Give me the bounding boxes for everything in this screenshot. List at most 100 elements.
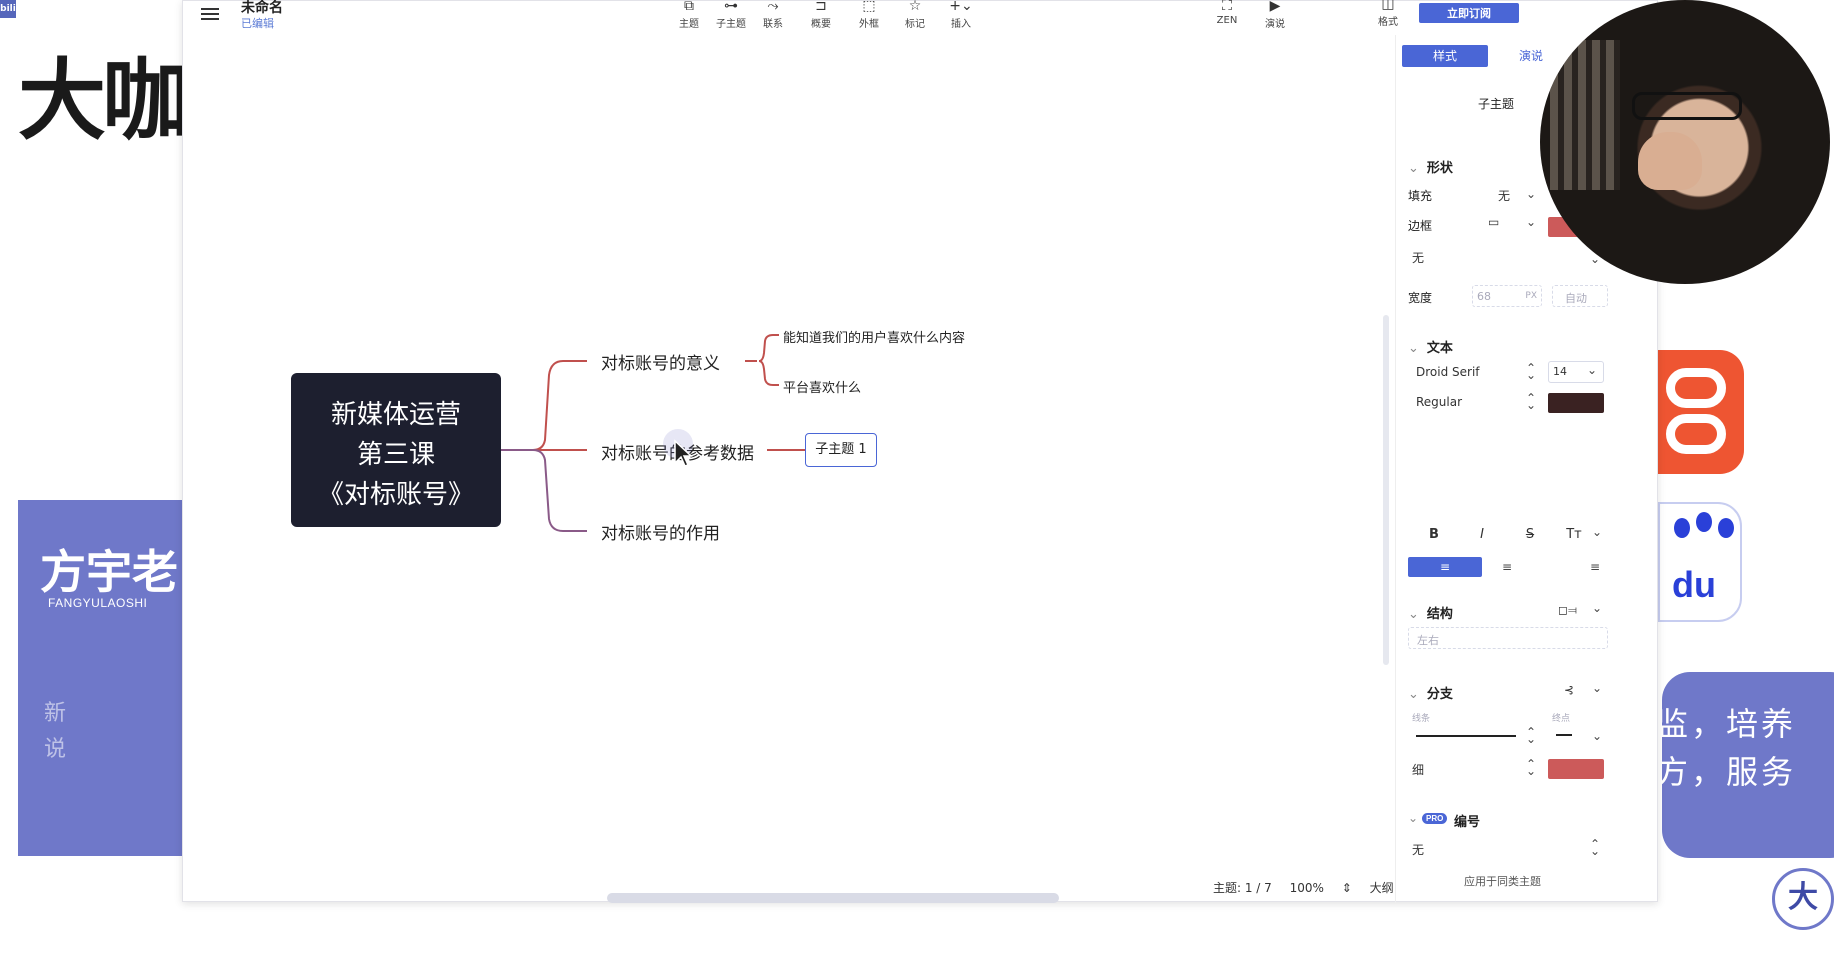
toolbar-insert-button[interactable]: +⌄ 插入 [939,0,983,30]
vertical-scrollbar[interactable] [1383,315,1389,665]
bold-button[interactable]: B [1422,527,1446,542]
toolbar-relationship-button[interactable]: ⤳ 联系 [751,0,795,30]
format-label: 格式 [1378,17,1398,28]
chevron-down-icon[interactable]: ⌄ [1526,187,1536,201]
align-center-button[interactable]: ≡ [1470,557,1544,577]
width-input[interactable]: 68 PX [1472,285,1542,307]
strikethrough-button[interactable]: S [1518,527,1542,542]
branch-style-icon[interactable]: ⊰ [1564,683,1574,697]
relationship-icon: ⤳ [767,0,779,14]
updown-stepper-icon[interactable]: ⌃⌄ [1526,362,1536,381]
line-label: 线条 [1412,714,1431,724]
text-case-button[interactable]: Tт [1562,527,1586,542]
numbering-value[interactable]: 无 [1412,841,1424,858]
leaf-topic-users-content[interactable]: 能知道我们的用户喜欢什么内容 [783,327,965,346]
tab-style[interactable]: 样式 [1402,45,1488,67]
background-right-text: 监，培养 方，服务 [1656,705,1797,791]
toolbar-marker-button[interactable]: ☆ 标记 [893,0,937,30]
font-family-select[interactable]: Droid Serif [1416,365,1480,379]
updown-stepper-icon[interactable]: ⌃⌄ [1526,758,1536,777]
zoom-level[interactable]: 100% [1290,881,1324,895]
toolbar-label: 标记 [905,19,925,30]
align-right-button[interactable]: ≡ [1536,557,1610,577]
section-branch[interactable]: 分支 [1408,683,1453,702]
border-label: 边框 [1408,219,1433,233]
updown-stepper-icon[interactable]: ⌃⌄ [1526,726,1536,745]
central-topic-line: 第三课 [356,440,435,470]
outline-toggle[interactable]: 大纲 [1370,881,1394,895]
font-size-select[interactable]: 14 ⌄ [1548,361,1604,383]
zoom-stepper-icon[interactable]: ⇕ [1342,881,1352,895]
fill-label: 填充 [1408,189,1433,203]
endpoint-preview[interactable] [1556,734,1572,736]
play-icon: ▶ [1269,0,1281,14]
border-style-value[interactable]: 无 [1412,249,1424,266]
present-button[interactable]: ▶ 演说 [1253,0,1297,30]
toolbar-subtopic-button[interactable]: ⊶ 子主题 [709,0,753,30]
section-text[interactable]: 文本 [1408,337,1453,356]
width-auto-label: 自动 [1565,292,1587,305]
border-shape-icon[interactable]: ▭ [1488,215,1499,229]
panel-icon: ◫ [1381,0,1395,12]
toolbar-label: 插入 [951,19,971,30]
section-shape[interactable]: 形状 [1408,157,1453,176]
toolbar-label: 联系 [763,19,783,30]
text-color-swatch[interactable] [1548,393,1604,413]
background-big-title: 大咖 [18,49,190,152]
chevron-down-icon: ⌄ [1586,363,1597,377]
endpoint-label: 终点 [1552,714,1571,724]
mindmap-canvas[interactable]: 新媒体运营 第三课 《对标账号》 对标账号的意义 对标账号的参考数据 对标账号的… [183,35,1397,903]
width-auto-button[interactable]: 自动 [1552,285,1608,307]
format-panel-toggle[interactable]: ◫ 格式 [1373,0,1403,28]
topic-count: 主题: 1 / 7 [1213,881,1272,895]
branch-topic-significance[interactable]: 对标账号的意义 [601,349,720,374]
structure-value: 左右 [1417,634,1439,647]
selected-subtopic[interactable]: 子主题 1 [805,433,877,467]
chevron-down-icon[interactable]: ⌄ [1592,681,1602,695]
chevron-down-icon[interactable]: ⌄ [1592,601,1602,615]
structure-select[interactable]: 左右 [1408,627,1608,649]
subscribe-button[interactable]: 立即订阅 [1419,3,1519,23]
chevron-down-icon: ⌄ [1408,811,1419,825]
italic-button[interactable]: I [1470,527,1494,542]
subtopic-icon: ⊶ [724,0,738,14]
toolbar-boundary-button[interactable]: ⬚ 外框 [847,0,891,30]
fill-value[interactable]: 无 [1498,187,1510,204]
central-topic-line: 《对标账号》 [317,480,474,510]
background-name-sub: FANGYULAOSHI [48,596,148,610]
topic-type-label: 子主题 [1478,97,1515,111]
chevron-down-icon[interactable]: ⌄ [1526,215,1536,229]
present-label: 演说 [1265,19,1285,30]
webcam-overlay [1540,0,1830,284]
section-structure[interactable]: 结构 [1408,603,1453,622]
fullscreen-icon: ⛶ [1222,0,1232,14]
insert-icon: +⌄ [949,0,973,14]
background-name-text: 方宇老! [40,545,199,599]
mindmap-app-window: 未命名 已编辑 ⧉ 主题 ⊶ 子主题 ⤳ 联系 ⊐ 概要 ⬚ 外框 ☆ 标记 +… [182,0,1658,903]
structure-icon[interactable]: ◻⫤ [1558,603,1577,618]
section-numbering[interactable]: 编号 [1454,811,1480,830]
line-style-preview[interactable] [1416,735,1516,737]
branch-topic-function[interactable]: 对标账号的作用 [601,519,720,544]
apply-to-same-link[interactable]: 应用于同类主题 [1464,873,1541,889]
chevron-down-icon[interactable]: ⌄ [1592,525,1602,539]
branch-color-swatch[interactable] [1548,759,1604,779]
toolbar-topic-button[interactable]: ⧉ 主题 [667,0,711,30]
baidu-du-text: du [1672,564,1716,605]
hamburger-menu-icon[interactable] [201,5,219,21]
marker-icon: ☆ [908,0,922,14]
toolbar-summary-button[interactable]: ⊐ 概要 [799,0,843,30]
toolbar-label: 概要 [811,19,831,30]
updown-stepper-icon[interactable]: ⌃⌄ [1590,838,1600,857]
central-topic[interactable]: 新媒体运营 第三课 《对标账号》 [291,373,501,527]
baidu-paw-icon: du [1658,502,1742,622]
chevron-down-icon[interactable]: ⌄ [1592,729,1602,743]
zen-mode-button[interactable]: ⛶ ZEN [1205,0,1249,26]
pro-badge: PRO [1422,813,1448,824]
leaf-topic-platform[interactable]: 平台喜欢什么 [783,377,861,396]
background-bottom-icon: 大 [1772,868,1834,930]
font-weight-select[interactable]: Regular [1416,395,1462,409]
horizontal-scrollbar[interactable] [607,893,1059,903]
updown-stepper-icon[interactable]: ⌃⌄ [1526,392,1536,411]
thickness-value[interactable]: 细 [1412,761,1424,778]
